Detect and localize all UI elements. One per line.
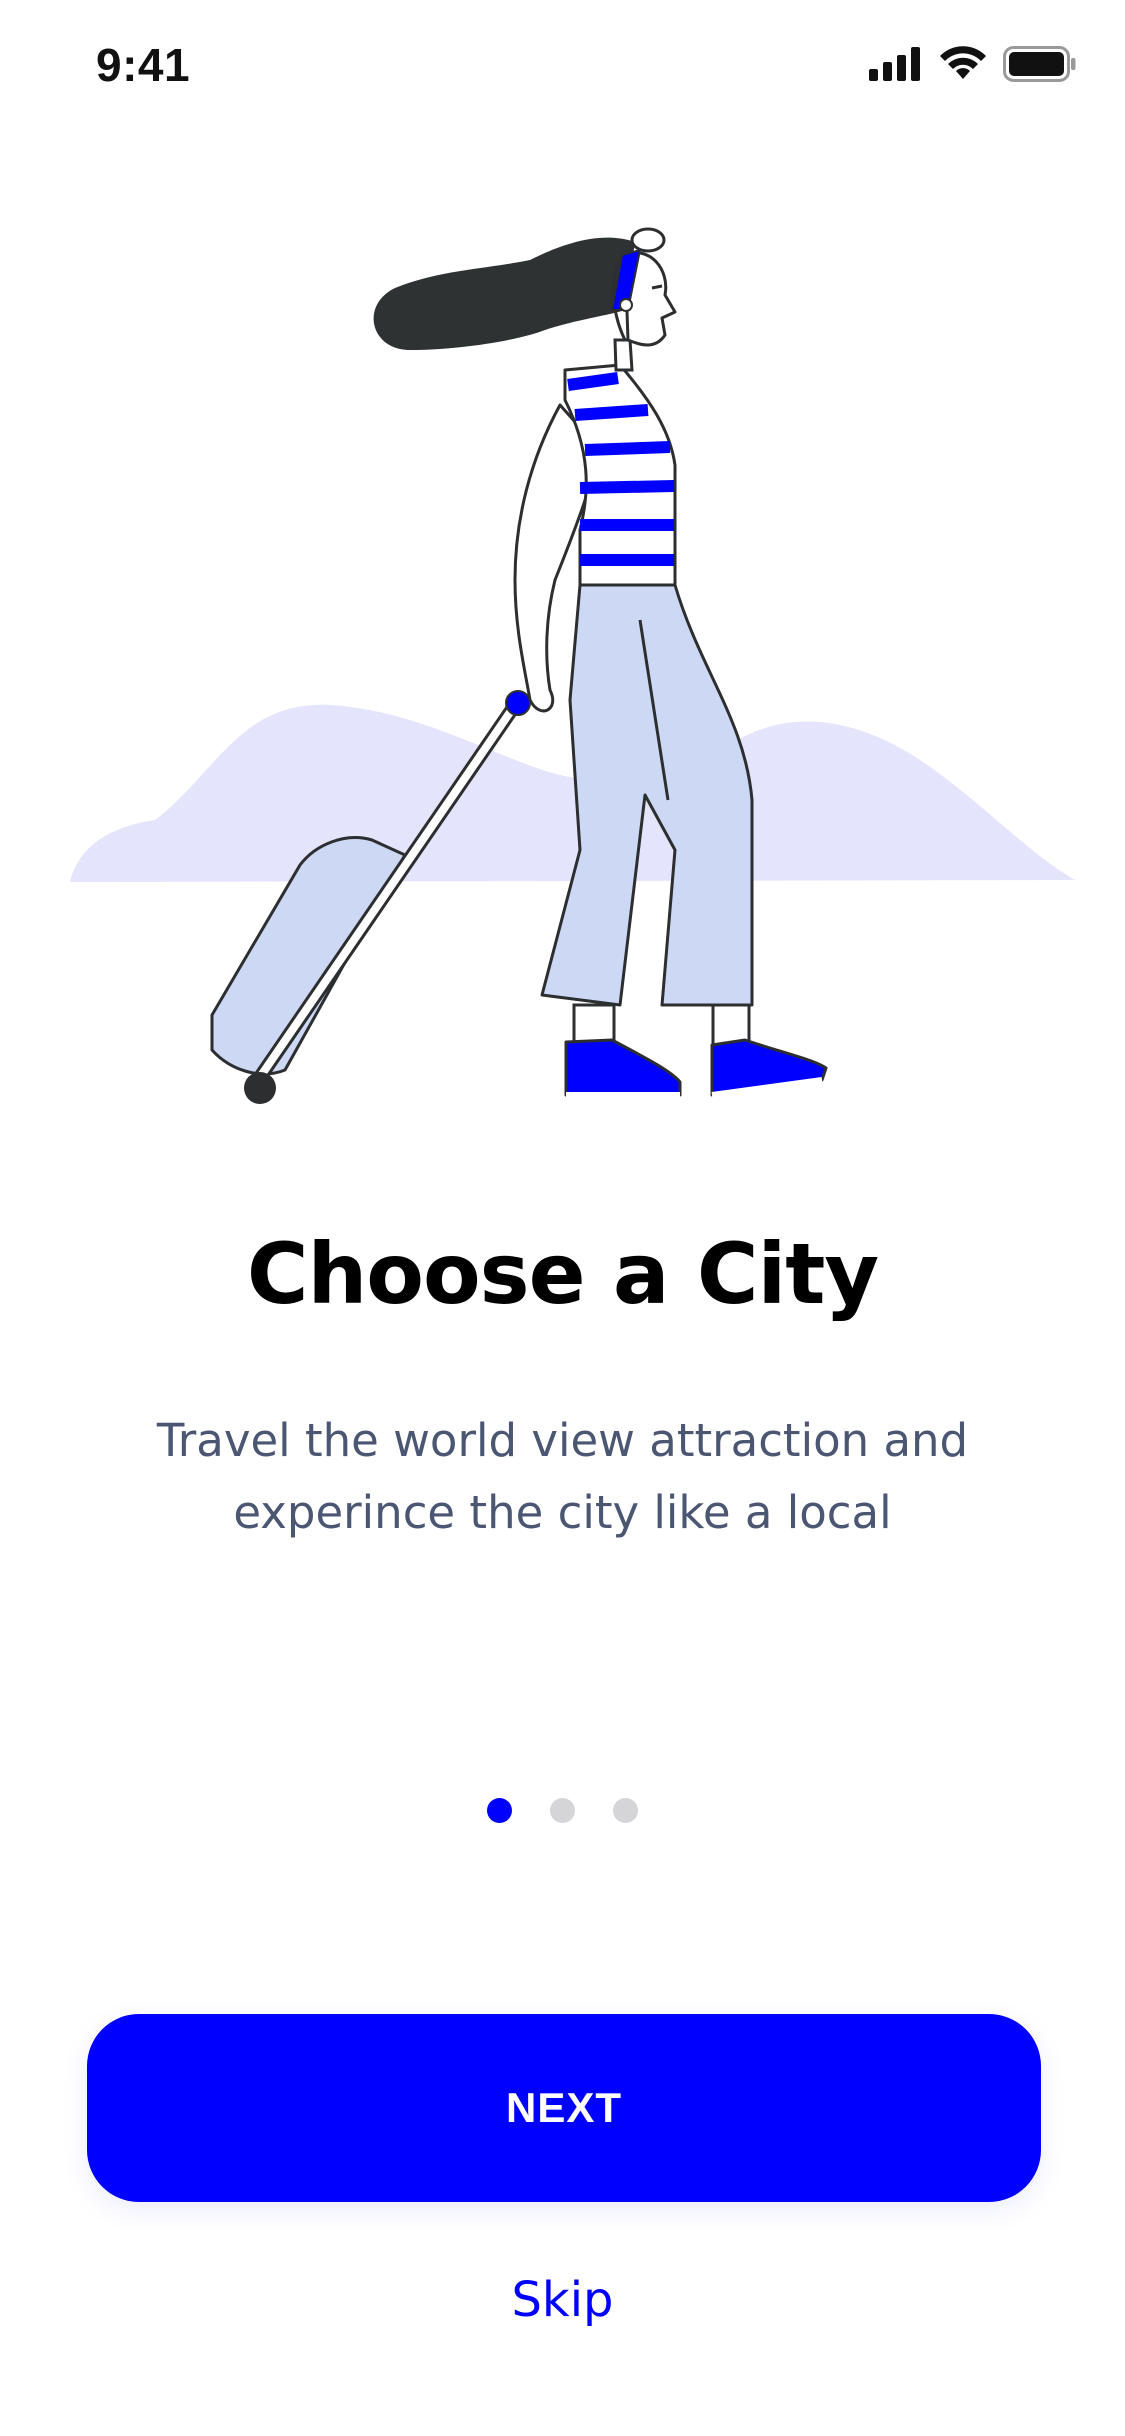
page-dot-2[interactable] (550, 1798, 575, 1823)
status-icons (869, 46, 1077, 87)
page-indicator (0, 1798, 1125, 1823)
onboarding-title: Choose a City (246, 1225, 879, 1323)
suitcase-wheel (244, 1072, 276, 1104)
skip-link[interactable]: Skip (0, 2272, 1125, 2328)
sunglasses (630, 227, 666, 253)
status-bar: 9:41 (0, 0, 1125, 132)
page-dot-3[interactable] (613, 1798, 638, 1823)
wifi-icon (939, 46, 987, 87)
status-time: 9:41 (96, 39, 191, 91)
hair (373, 237, 635, 350)
next-button[interactable]: NEXT (87, 2014, 1041, 2202)
battery-icon (1003, 46, 1077, 87)
onboarding-illustration (0, 200, 1125, 1130)
left-shoe (564, 1038, 682, 1097)
page-dot-1-active[interactable] (487, 1798, 512, 1823)
suitcase-grip (505, 690, 531, 716)
cellular-signal-icon (869, 47, 923, 86)
onboarding-subtitle: Travel the world view attraction and exp… (156, 1414, 969, 1539)
